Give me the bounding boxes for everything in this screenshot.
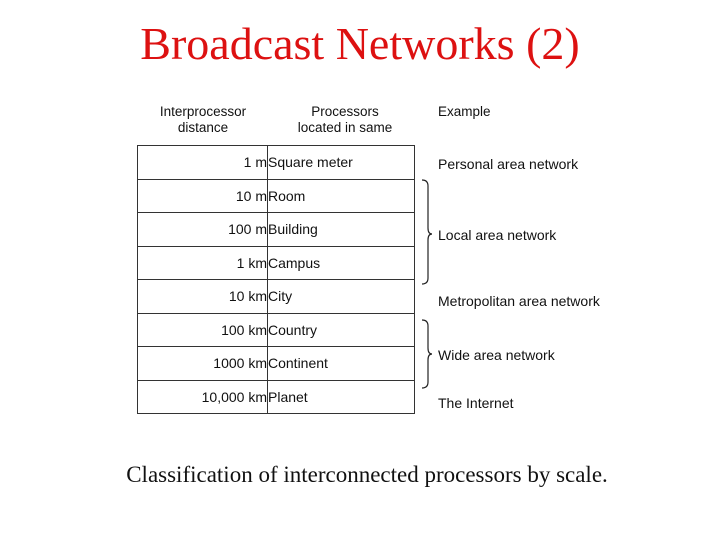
located-cell: Continent <box>267 346 415 381</box>
example-metropolitan-area-network: Metropolitan area network <box>438 293 600 309</box>
header-processors-located: Processors located in same <box>278 104 412 136</box>
example-personal-area-network: Personal area network <box>438 156 579 172</box>
located-cell: Square meter <box>267 145 415 180</box>
header-distance-line2: distance <box>177 120 229 135</box>
scale-table: 1 m Square meter 10 m Room 100 m Buildin… <box>137 145 415 414</box>
distance-cell: 1 m <box>137 145 268 180</box>
table-row: 1 m Square meter <box>137 145 415 180</box>
located-cell: Campus <box>267 245 415 280</box>
distance-cell: 1000 km <box>137 346 268 381</box>
example-the-internet: The Internet <box>438 395 514 411</box>
lan-brace-icon <box>421 179 433 285</box>
header-interprocessor-distance: Interprocessor distance <box>140 104 266 136</box>
slide-title: Broadcast Networks (2) <box>140 18 580 69</box>
distance-cell: 10 km <box>137 279 268 314</box>
header-located-line2: located in same <box>297 120 393 135</box>
table-row: 10 km City <box>137 279 415 314</box>
distance-cell: 10,000 km <box>137 379 268 414</box>
distance-cell: 10 m <box>137 178 268 213</box>
located-cell: Planet <box>267 379 415 414</box>
brace-group <box>421 179 433 389</box>
table-row: 1 km Campus <box>137 245 415 280</box>
distance-cell: 100 m <box>137 212 268 247</box>
located-cell: Country <box>267 312 415 347</box>
located-cell: Building <box>267 212 415 247</box>
distance-cell: 100 km <box>137 312 268 347</box>
header-example: Example <box>438 104 491 119</box>
figure-caption: Classification of interconnected process… <box>126 462 608 487</box>
located-cell: City <box>267 279 415 314</box>
table-row: 10,000 km Planet <box>137 379 415 414</box>
located-cell: Room <box>267 178 415 213</box>
table-row: 100 m Building <box>137 212 415 247</box>
header-distance-line1: Interprocessor <box>159 104 247 119</box>
table-row: 1000 km Continent <box>137 346 415 381</box>
example-local-area-network: Local area network <box>438 227 557 243</box>
distance-cell: 1 km <box>137 245 268 280</box>
wan-brace-icon <box>421 319 433 389</box>
table-row: 10 m Room <box>137 178 415 213</box>
example-wide-area-network: Wide area network <box>438 347 555 363</box>
table-row: 100 km Country <box>137 312 415 347</box>
header-located-line1: Processors <box>311 104 379 119</box>
